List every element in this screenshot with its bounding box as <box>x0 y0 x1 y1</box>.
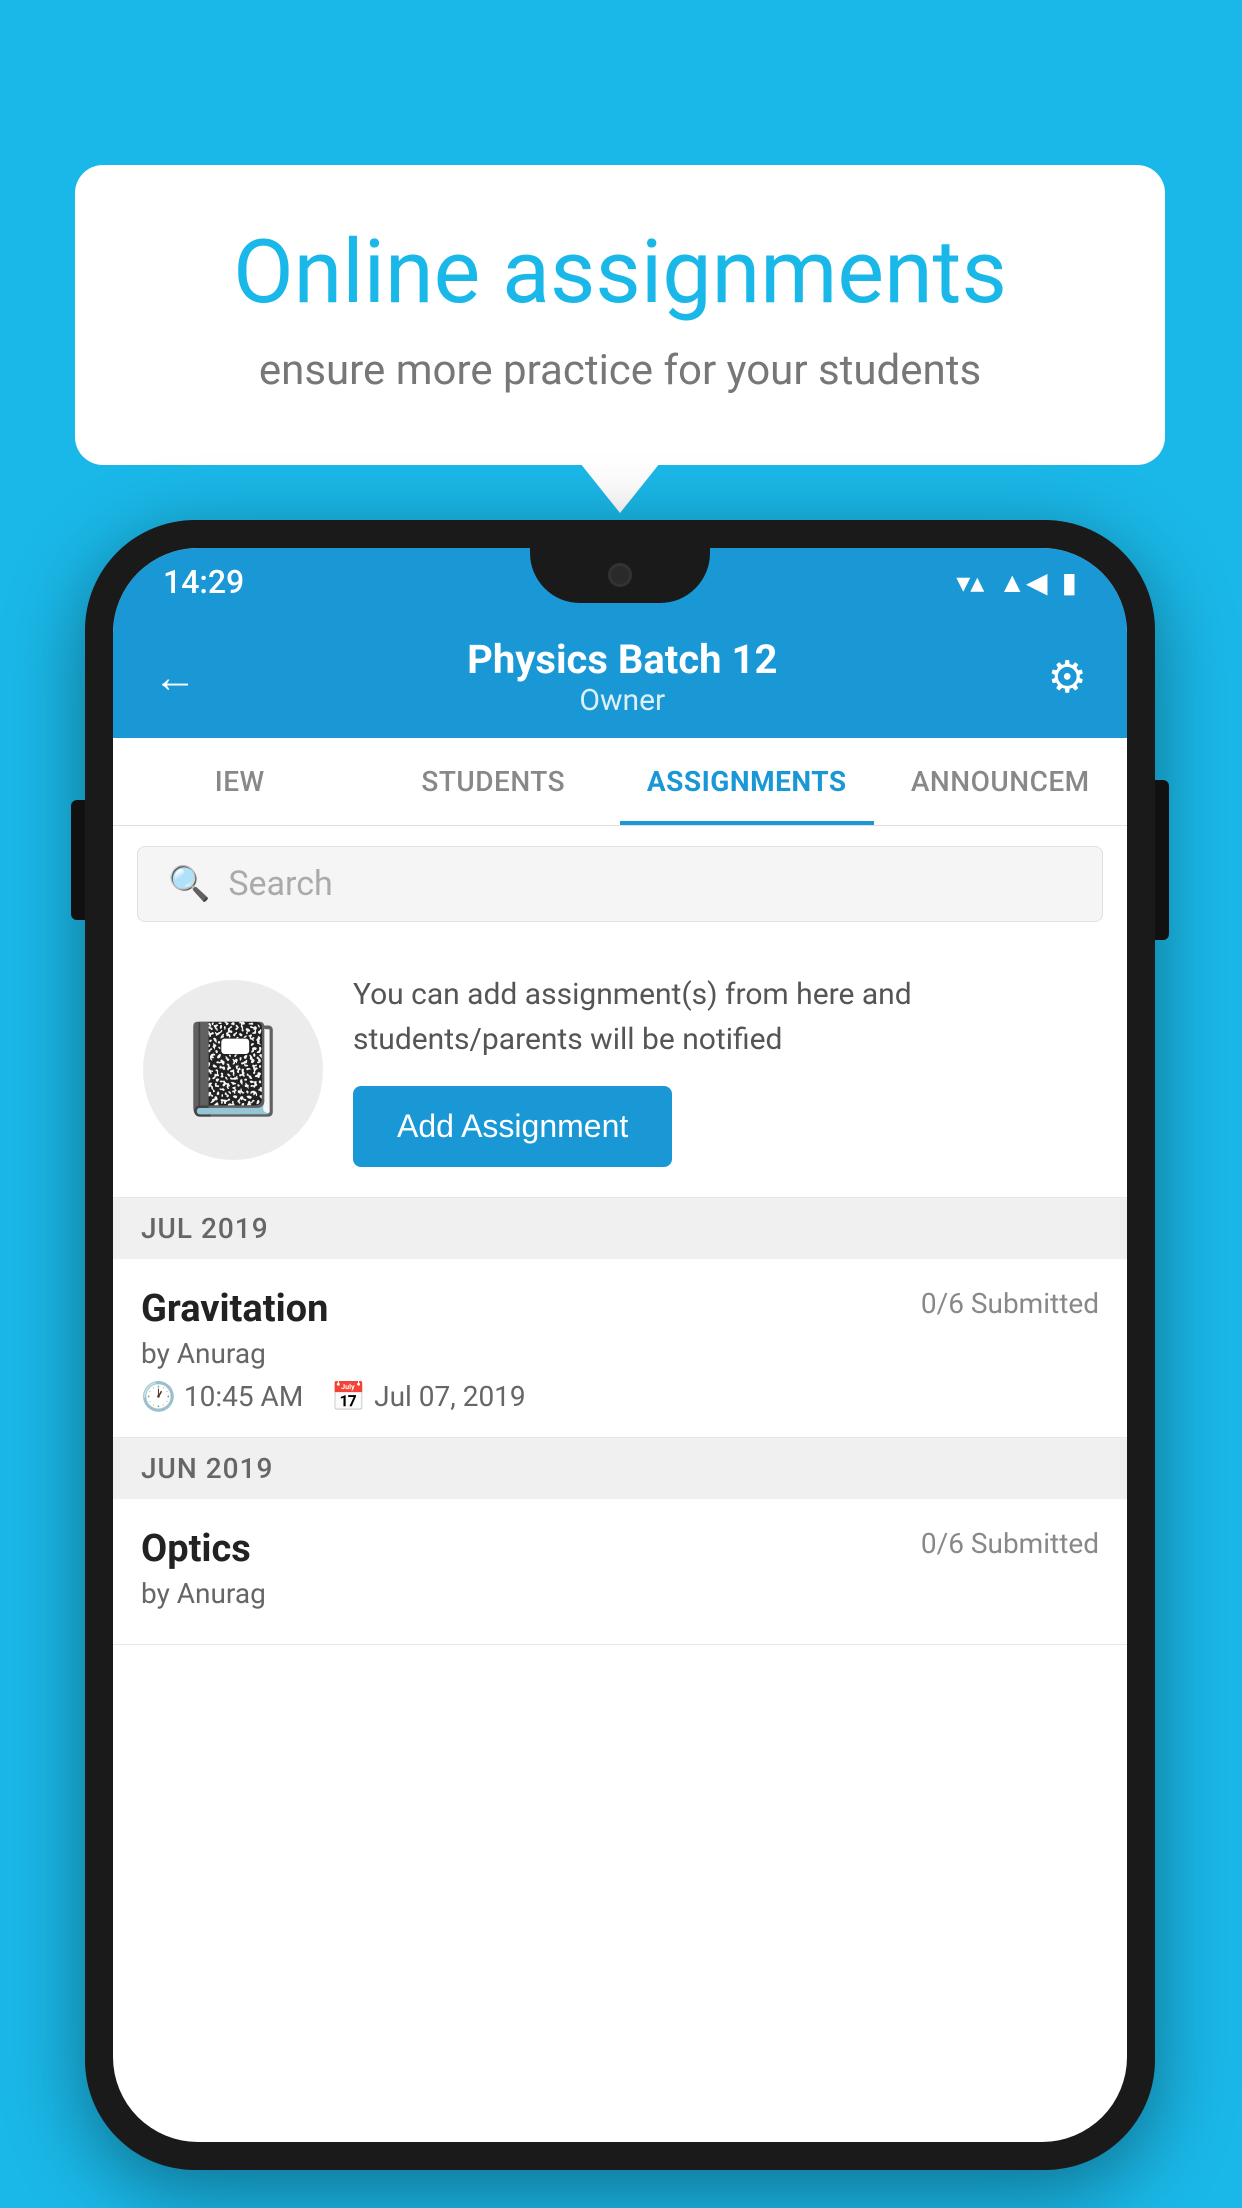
assignment-item-gravitation[interactable]: Gravitation 0/6 Submitted by Anurag 🕐 10… <box>113 1259 1127 1438</box>
calendar-icon: 📅 <box>331 1380 366 1413</box>
speech-bubble-subtitle: ensure more practice for your students <box>155 346 1085 395</box>
add-assignment-button[interactable]: Add Assignment <box>353 1086 672 1167</box>
header-subtitle: Owner <box>197 683 1048 718</box>
battery-icon: ▮ <box>1062 566 1077 599</box>
header-center: Physics Batch 12 Owner <box>197 636 1048 718</box>
assignment-by: by Anurag <box>141 1577 1099 1610</box>
wifi-icon: ▾▴ <box>956 566 984 599</box>
assignment-icon-circle: 📓 <box>143 980 323 1160</box>
app-header: ← Physics Batch 12 Owner ⚙ <box>113 616 1127 738</box>
settings-icon[interactable]: ⚙ <box>1048 651 1087 703</box>
tab-students[interactable]: STUDENTS <box>367 738 621 825</box>
speech-bubble: Online assignments ensure more practice … <box>75 165 1165 465</box>
search-icon: 🔍 <box>168 864 210 904</box>
search-container: 🔍 Search <box>113 826 1127 942</box>
search-box[interactable]: 🔍 Search <box>137 846 1103 922</box>
assignment-date: Jul 07, 2019 <box>374 1380 526 1413</box>
status-icons: ▾▴ ▲◀ ▮ <box>956 566 1077 599</box>
tab-announcements[interactable]: ANNOUNCEM <box>874 738 1128 825</box>
header-title: Physics Batch 12 <box>197 636 1048 683</box>
back-button[interactable]: ← <box>153 651 197 703</box>
clock-icon: 🕐 <box>141 1380 176 1413</box>
assignment-name: Optics <box>141 1527 251 1571</box>
assignment-submitted: 0/6 Submitted <box>921 1287 1099 1320</box>
assignment-by: by Anurag <box>141 1337 1099 1370</box>
assignment-description: You can add assignment(s) from here and … <box>353 972 1097 1062</box>
section-header-jun: JUN 2019 <box>113 1438 1127 1499</box>
tab-bar: IEW STUDENTS ASSIGNMENTS ANNOUNCEM <box>113 738 1127 826</box>
status-bar: 14:29 ▾▴ ▲◀ ▮ <box>113 548 1127 616</box>
assignment-meta: 🕐 10:45 AM 📅 Jul 07, 2019 <box>141 1380 1099 1413</box>
add-assignment-section: 📓 You can add assignment(s) from here an… <box>113 942 1127 1198</box>
tab-assignments[interactable]: ASSIGNMENTS <box>620 738 874 825</box>
assignment-name: Gravitation <box>141 1287 328 1331</box>
search-input[interactable]: Search <box>228 864 332 904</box>
section-header-jul: JUL 2019 <box>113 1198 1127 1259</box>
speech-bubble-title: Online assignments <box>155 225 1085 322</box>
assignment-time: 10:45 AM <box>184 1380 303 1413</box>
status-time: 14:29 <box>163 563 244 601</box>
signal-icon: ▲◀ <box>998 566 1047 599</box>
meta-date: 📅 Jul 07, 2019 <box>331 1380 525 1413</box>
camera-notch <box>608 563 632 587</box>
notch <box>530 548 710 603</box>
assignment-row: Gravitation 0/6 Submitted <box>141 1287 1099 1331</box>
phone-screen: 14:29 ▾▴ ▲◀ ▮ ← Physics Batch 12 Owner ⚙… <box>113 548 1127 2142</box>
phone-shell: 14:29 ▾▴ ▲◀ ▮ ← Physics Batch 12 Owner ⚙… <box>85 520 1155 2170</box>
meta-time: 🕐 10:45 AM <box>141 1380 303 1413</box>
assignment-row: Optics 0/6 Submitted <box>141 1527 1099 1571</box>
assignment-submitted: 0/6 Submitted <box>921 1527 1099 1560</box>
tab-iew[interactable]: IEW <box>113 738 367 825</box>
assignment-info: You can add assignment(s) from here and … <box>353 972 1097 1167</box>
assignment-icon: 📓 <box>177 1017 289 1122</box>
assignment-item-optics[interactable]: Optics 0/6 Submitted by Anurag <box>113 1499 1127 1645</box>
